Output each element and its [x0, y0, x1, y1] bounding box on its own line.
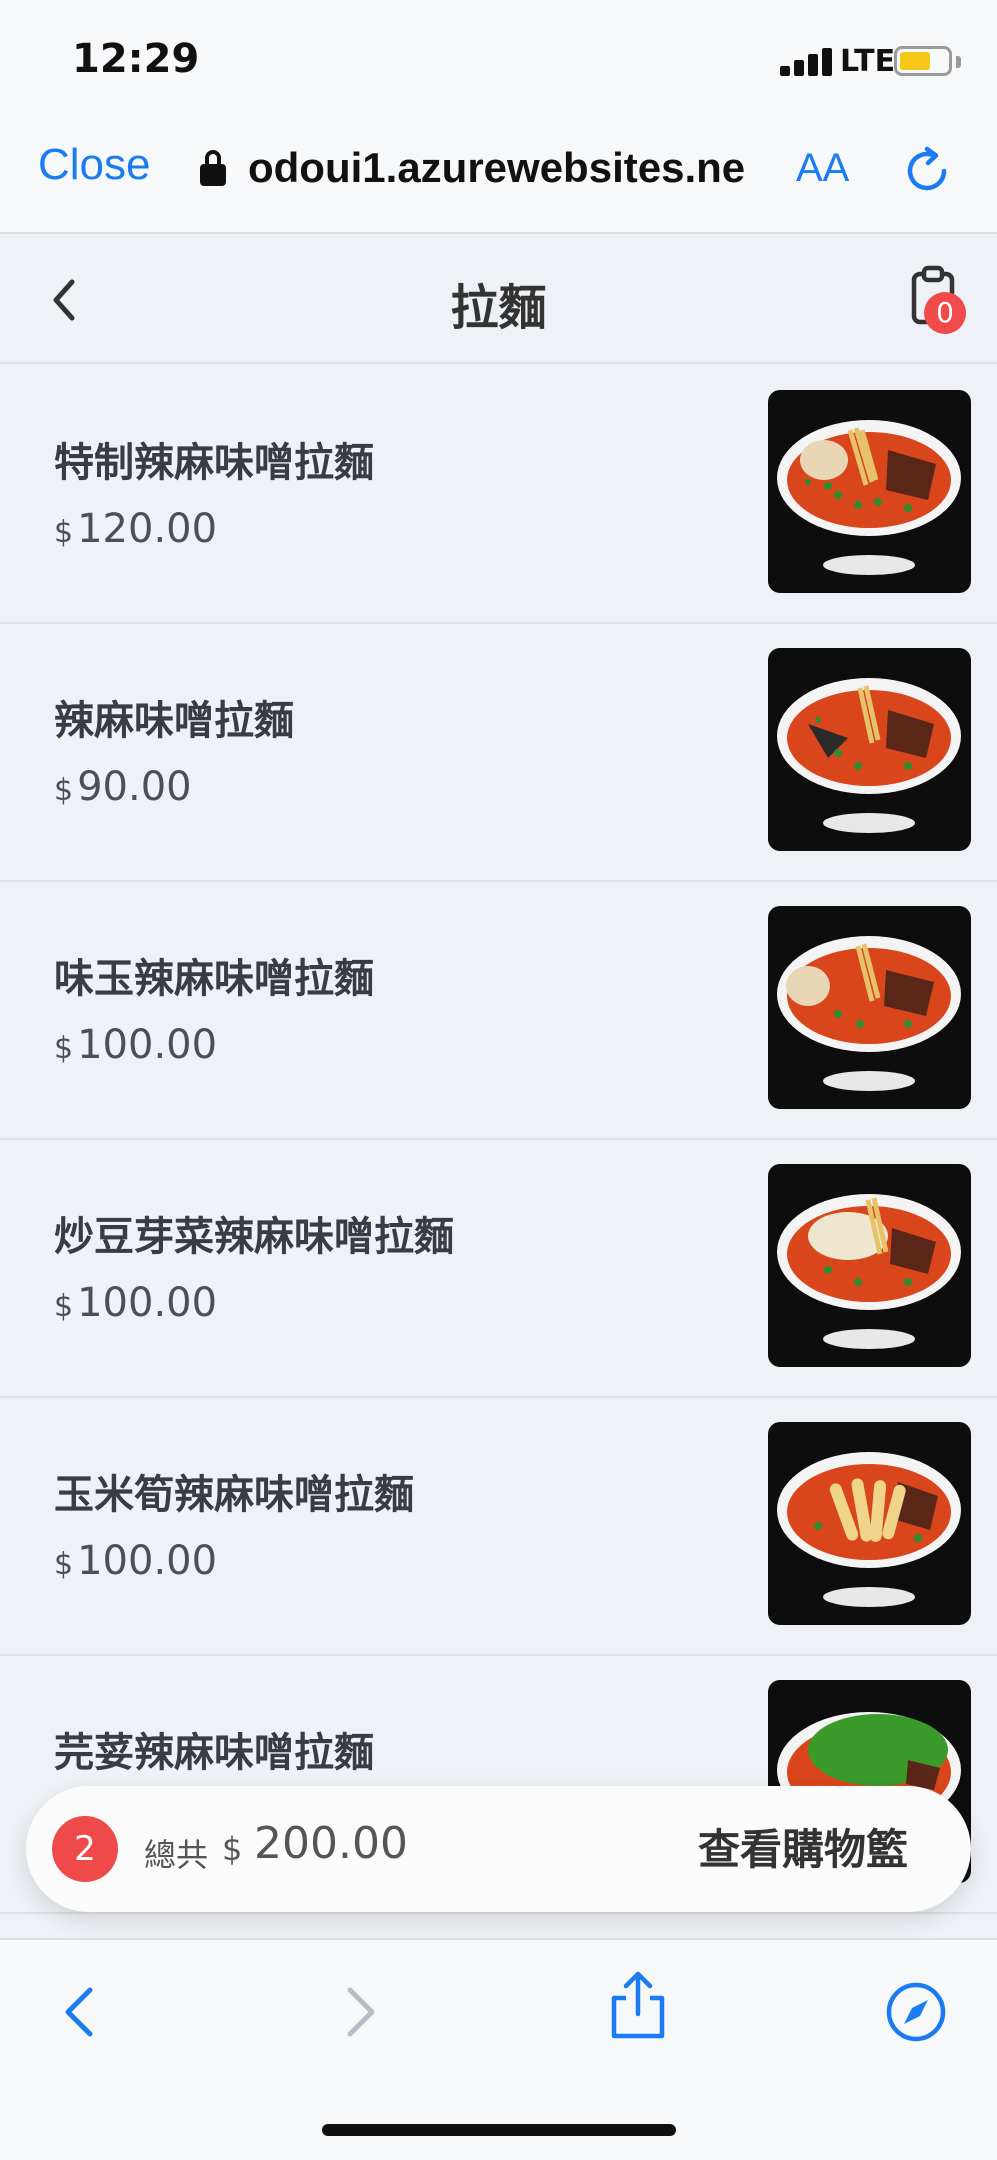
- menu-item[interactable]: 辣麻味噌拉麵 $90.00: [0, 624, 997, 882]
- menu-item[interactable]: 炒豆芽菜辣麻味噌拉麵 $100.00: [0, 1140, 997, 1398]
- ramen-photo[interactable]: [768, 390, 971, 593]
- cart-count-badge: 0: [924, 292, 966, 334]
- menu-item[interactable]: 玉米筍辣麻味噌拉麵 $100.00: [0, 1398, 997, 1656]
- cart-summary-bar[interactable]: 2 總共 $ 200.00 查看購物籃: [26, 1786, 971, 1912]
- item-price: $90.00: [54, 764, 192, 810]
- home-indicator: [322, 2124, 676, 2136]
- text-size-label: AA: [796, 146, 850, 190]
- reload-icon[interactable]: [900, 144, 954, 198]
- lock-icon: [200, 150, 230, 186]
- status-bar: 12:29 LTE: [0, 0, 997, 110]
- item-price: $120.00: [54, 506, 218, 552]
- item-name: 玉米筍辣麻味噌拉麵: [54, 1472, 414, 1518]
- total-currency: $: [222, 1830, 243, 1868]
- total-label: 總共: [144, 1836, 209, 1874]
- item-name: 芫荽辣麻味噌拉麵: [54, 1730, 374, 1776]
- ramen-photo[interactable]: [768, 648, 971, 851]
- close-button[interactable]: Close: [38, 140, 151, 190]
- url-field[interactable]: odoui1.azurewebsites.ne: [248, 144, 768, 200]
- signal-icon: [780, 48, 836, 76]
- share-icon[interactable]: [604, 1970, 672, 2042]
- view-cart-button[interactable]: 查看購物籃: [698, 1816, 908, 1877]
- network-type: LTE: [840, 44, 896, 79]
- battery-icon: [894, 46, 952, 76]
- text-size-button[interactable]: AA: [796, 146, 849, 191]
- status-time: 12:29: [72, 36, 200, 82]
- ramen-photo[interactable]: [768, 906, 971, 1109]
- item-price: $100.00: [54, 1280, 218, 1326]
- menu-item[interactable]: 特制辣麻味噌拉麵 $120.00: [0, 366, 997, 624]
- item-price: $100.00: [54, 1538, 218, 1584]
- total-amount: 200.00: [254, 1818, 408, 1869]
- item-name: 味玉辣麻味噌拉麵: [54, 956, 374, 1002]
- app-header: 拉麵: [0, 236, 997, 364]
- menu-item[interactable]: 味玉辣麻味噌拉麵 $100.00: [0, 882, 997, 1140]
- browser-back-icon[interactable]: [50, 1980, 114, 2044]
- ramen-photo[interactable]: [768, 1422, 971, 1625]
- item-price: $100.00: [54, 1022, 218, 1068]
- item-name: 炒豆芽菜辣麻味噌拉麵: [54, 1214, 454, 1260]
- item-name: 辣麻味噌拉麵: [54, 698, 294, 744]
- menu-list: 特制辣麻味噌拉麵 $120.00 辣麻味噌拉麵 $90.00 味玉辣麻味噌拉麵 …: [0, 366, 997, 1914]
- cart-item-count-badge: 2: [52, 1816, 118, 1882]
- page-title: 拉麵: [450, 280, 547, 336]
- browser-forward-icon[interactable]: [326, 1980, 390, 2044]
- ramen-photo[interactable]: [768, 1164, 971, 1367]
- browser-address-bar: Close odoui1.azurewebsites.ne AA: [0, 110, 997, 234]
- item-name: 特制辣麻味噌拉麵: [54, 440, 374, 486]
- compass-icon[interactable]: [884, 1980, 948, 2044]
